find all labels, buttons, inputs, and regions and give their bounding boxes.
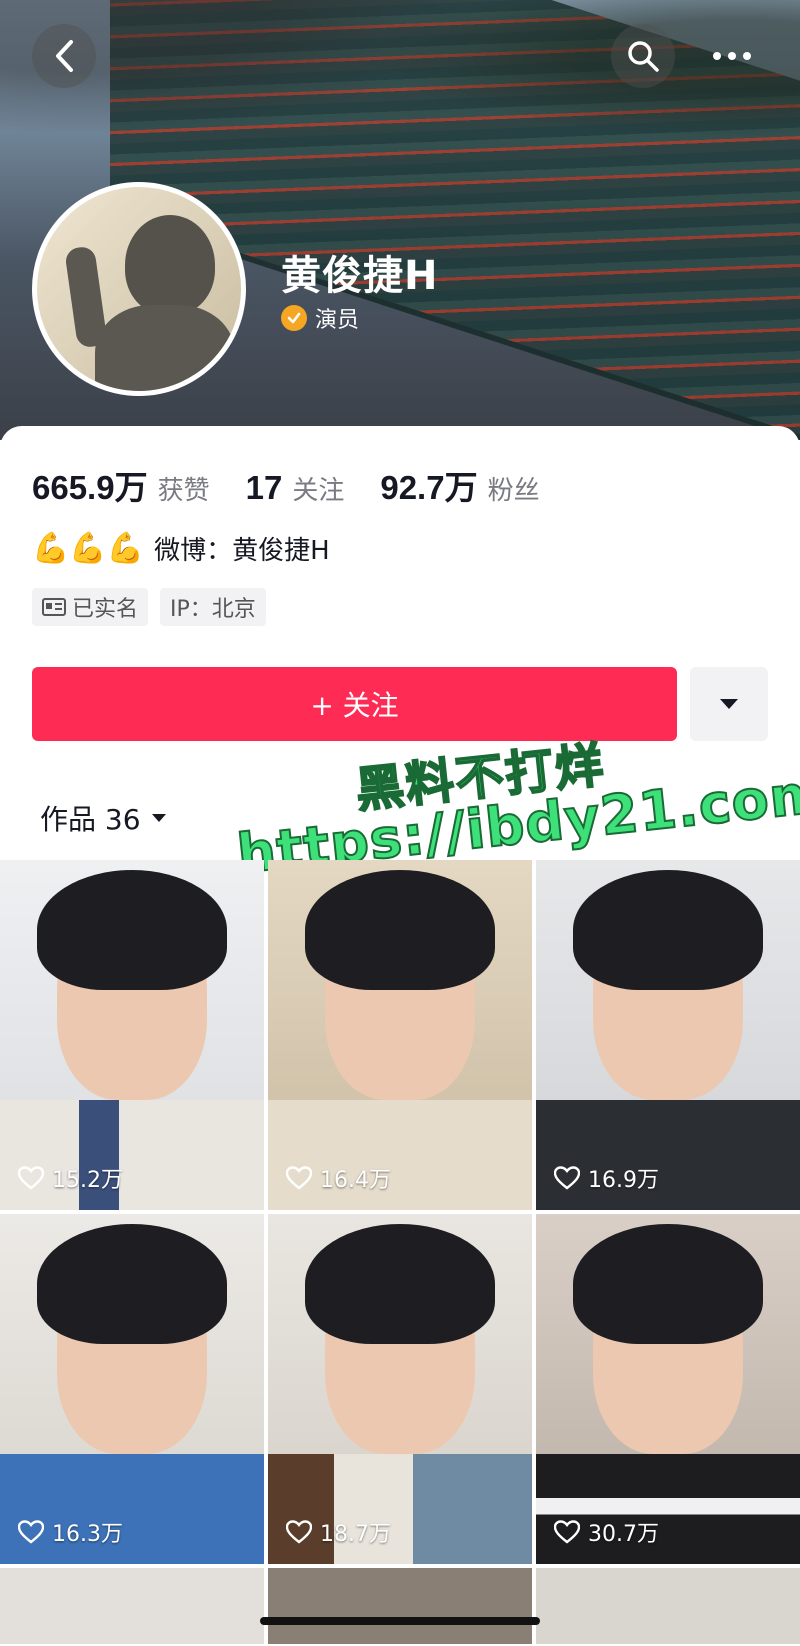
stat-followers-label: 粉丝 <box>487 476 540 506</box>
stat-followers-value: 92.7万 <box>380 469 478 506</box>
video-thumbnail[interactable] <box>268 1568 532 1644</box>
heart-icon <box>18 1520 44 1544</box>
video-likes: 30.7万 <box>554 1516 659 1548</box>
video-likes: 16.4万 <box>286 1162 391 1194</box>
video-likes: 16.9万 <box>554 1162 659 1194</box>
stat-following-label: 关注 <box>292 476 345 506</box>
id-card-icon <box>42 598 66 616</box>
more-horizontal-icon <box>713 52 751 60</box>
stat-likes-value: 665.9万 <box>32 469 148 506</box>
video-likes-count: 18.7万 <box>320 1522 391 1547</box>
video-thumbnail[interactable]: 16.9万 <box>536 860 800 1210</box>
stat-likes-label: 获赞 <box>157 476 210 506</box>
heart-icon <box>554 1166 580 1190</box>
video-likes: 18.7万 <box>286 1516 391 1548</box>
verification-label: 演员 <box>315 308 360 333</box>
verification-row: 演员 <box>281 302 359 334</box>
back-button[interactable] <box>32 24 96 88</box>
bio: 💪💪💪 微博：黄俊捷H <box>32 530 330 567</box>
tag-row: 已实名 IP：北京 <box>32 588 266 626</box>
video-thumbnail[interactable]: 18.7万 <box>268 1214 532 1564</box>
heart-icon <box>18 1166 44 1190</box>
video-thumbnail[interactable]: 15.2万 <box>0 860 264 1210</box>
avatar[interactable] <box>32 182 246 396</box>
video-thumbnail[interactable] <box>536 1568 800 1644</box>
stat-following[interactable]: 17 关注 <box>246 469 345 507</box>
triangle-down-icon <box>151 814 166 822</box>
bio-text: 微博：黄俊捷H <box>154 536 330 566</box>
flexed-biceps-icon: 💪💪💪 <box>32 531 145 566</box>
verified-check-icon <box>281 305 307 331</box>
video-thumbnail[interactable]: 30.7万 <box>536 1214 800 1564</box>
video-likes-count: 16.9万 <box>588 1168 659 1193</box>
video-likes-count: 30.7万 <box>588 1522 659 1547</box>
search-icon <box>628 41 659 72</box>
video-grid: 15.2万 16.4万 16.9万 16.3万 18.7万 30.7万 <box>0 860 800 1644</box>
triangle-down-icon <box>720 699 738 709</box>
stat-following-value: 17 <box>245 469 283 506</box>
video-likes-count: 15.2万 <box>52 1168 123 1193</box>
video-thumbnail[interactable]: 16.3万 <box>0 1214 264 1564</box>
search-button[interactable] <box>611 24 675 88</box>
video-likes-count: 16.4万 <box>320 1168 391 1193</box>
video-likes: 16.3万 <box>18 1516 123 1548</box>
follow-button-label: + 关注 <box>310 689 399 722</box>
heart-icon <box>554 1520 580 1544</box>
video-thumbnail[interactable] <box>0 1568 264 1644</box>
video-thumbnail[interactable]: 16.4万 <box>268 860 532 1210</box>
tab-works-label: 作品 36 <box>40 803 141 836</box>
heart-icon <box>286 1166 312 1190</box>
home-indicator[interactable] <box>260 1617 540 1625</box>
profile-name: 黄俊捷H <box>281 253 439 299</box>
heart-icon <box>286 1520 312 1544</box>
tag-ip-location-label: IP：北京 <box>170 597 256 622</box>
tag-verified-name-label: 已实名 <box>72 597 139 622</box>
stat-followers[interactable]: 92.7万 粉丝 <box>380 461 539 509</box>
profile-card: 665.9万 获赞 17 关注 92.7万 粉丝 💪💪💪 微博：黄俊捷H 已实名… <box>0 426 800 1646</box>
stat-likes[interactable]: 665.9万 获赞 <box>32 461 210 509</box>
more-button[interactable] <box>700 24 764 88</box>
more-actions-dropdown-button[interactable] <box>690 667 768 741</box>
tab-works[interactable]: 作品 36 <box>40 798 167 838</box>
video-likes-count: 16.3万 <box>52 1522 123 1547</box>
video-likes: 15.2万 <box>18 1162 123 1194</box>
stats-row: 665.9万 获赞 17 关注 92.7万 粉丝 <box>32 461 576 509</box>
tag-verified-name: 已实名 <box>32 588 149 626</box>
chevron-left-icon <box>56 40 73 72</box>
tag-ip-location: IP：北京 <box>160 588 266 626</box>
